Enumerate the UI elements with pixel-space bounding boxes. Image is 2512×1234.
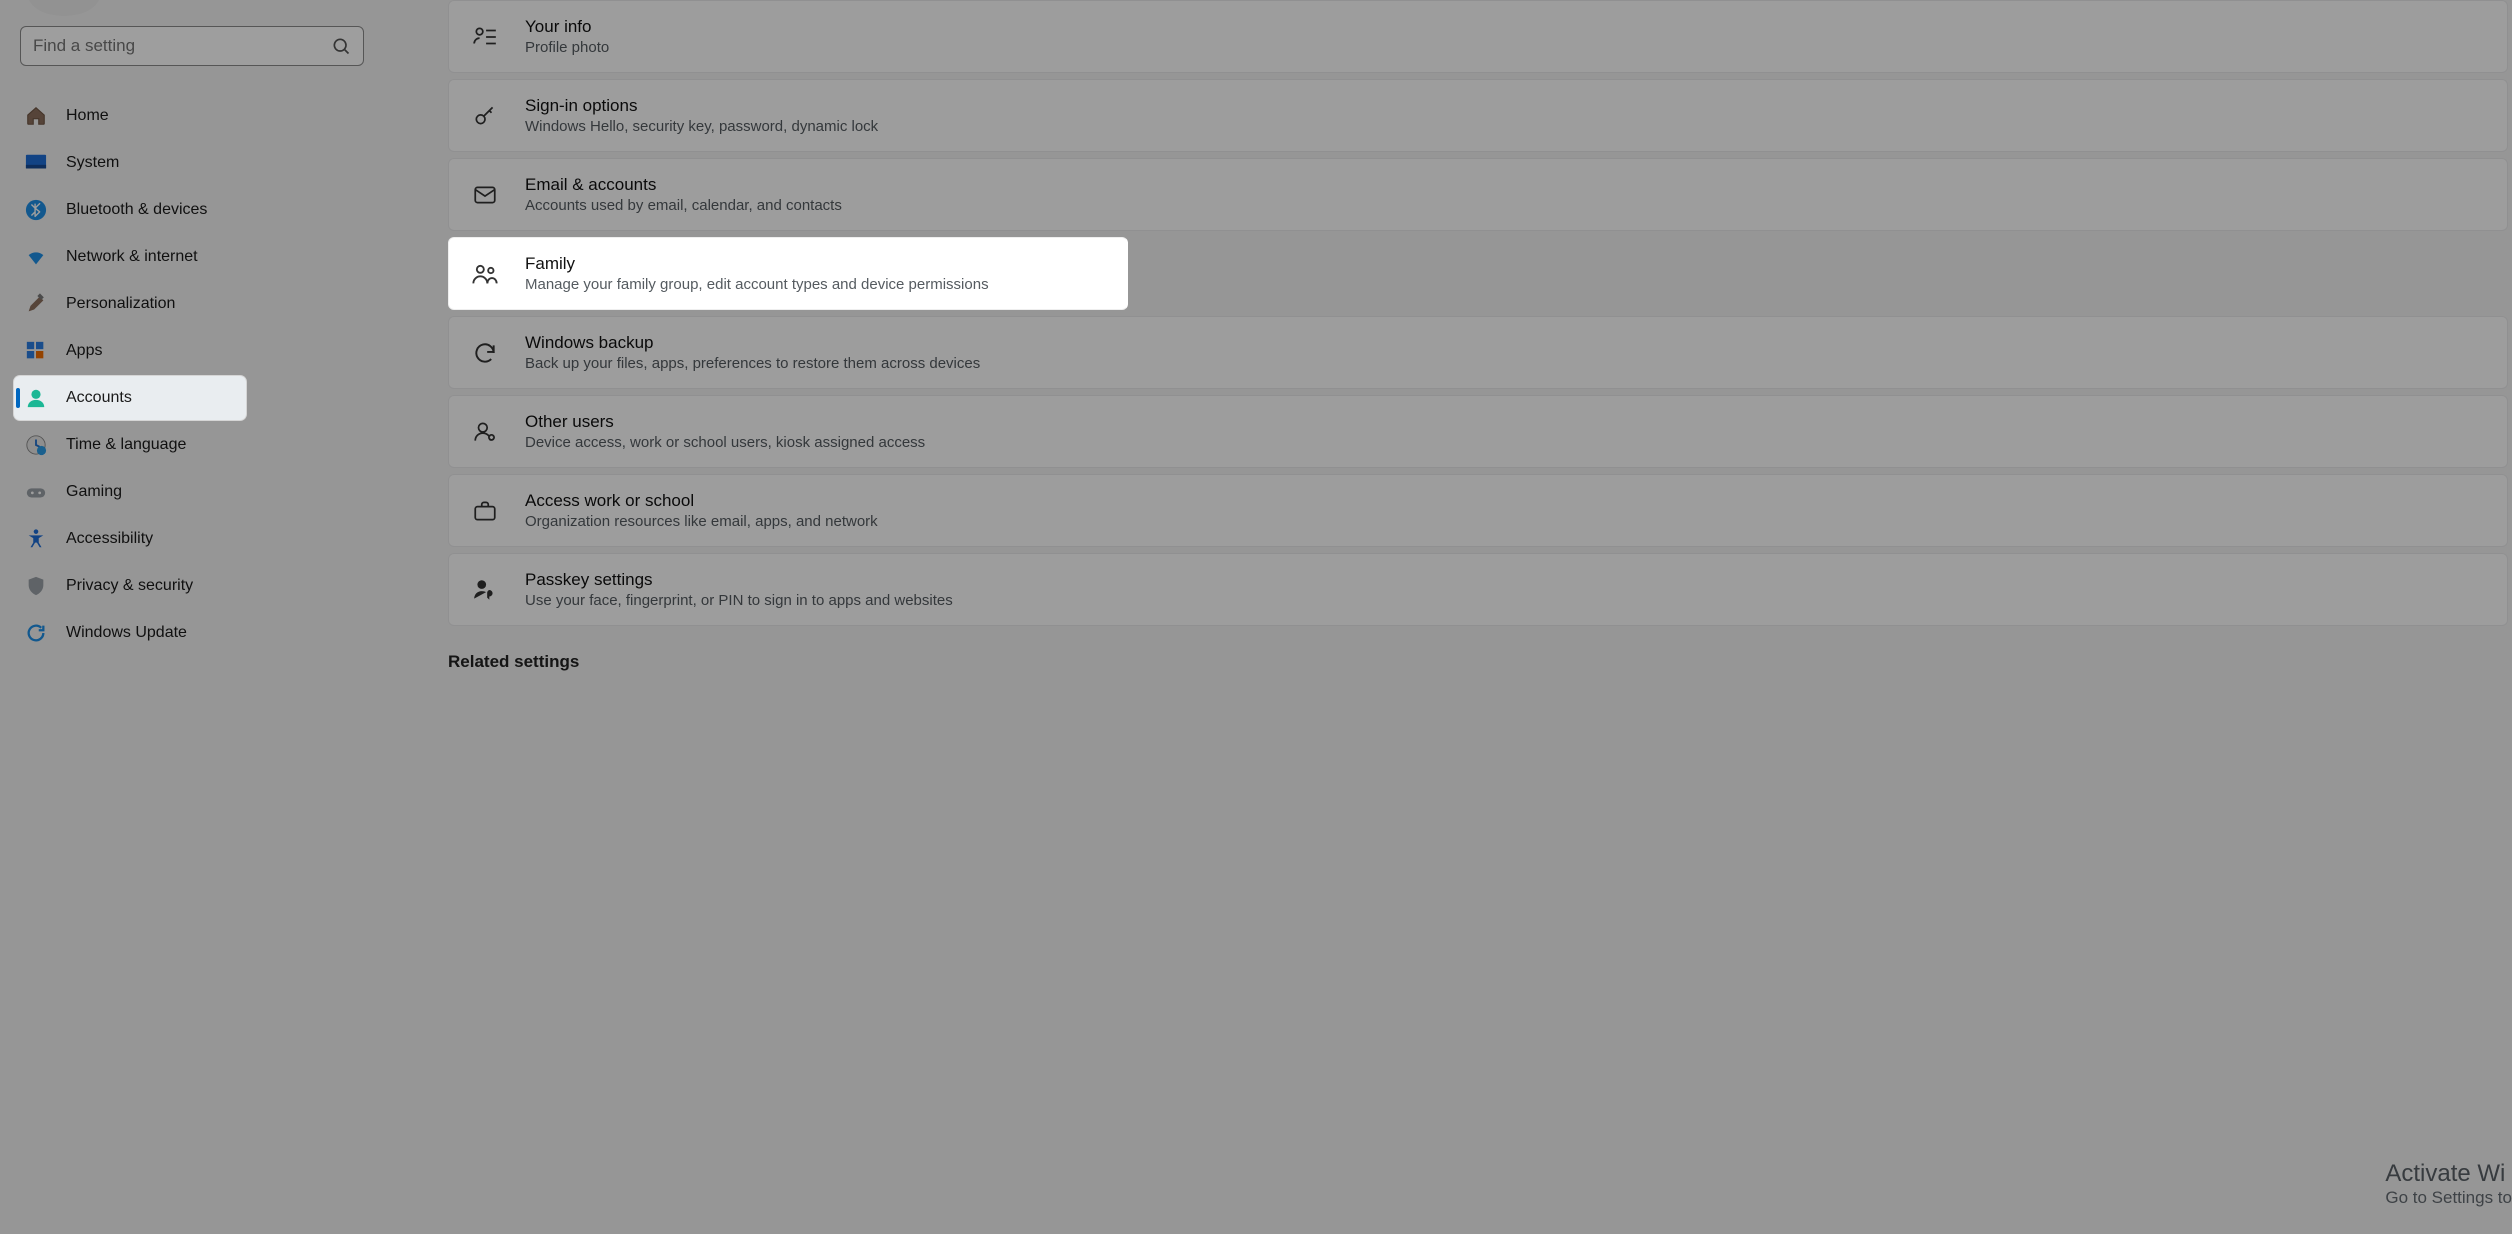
- sidebar-item-accounts[interactable]: Accounts: [14, 376, 246, 420]
- card-title: Sign-in options: [525, 96, 878, 116]
- sidebar-item-apps[interactable]: Apps: [14, 329, 370, 373]
- card-title: Your info: [525, 17, 609, 37]
- sidebar-item-label: Network & internet: [66, 248, 198, 266]
- watermark-line-1: Activate Wi: [2385, 1160, 2512, 1188]
- sidebar-item-accessibility[interactable]: Accessibility: [14, 517, 370, 561]
- briefcase-icon: [471, 497, 499, 525]
- sidebar-item-system[interactable]: System: [14, 141, 370, 185]
- sidebar-item-bluetooth[interactable]: Bluetooth & devices: [14, 188, 370, 232]
- card-subtitle: Profile photo: [525, 39, 609, 56]
- shield-icon: [24, 574, 48, 598]
- card-subtitle: Device access, work or school users, kio…: [525, 434, 925, 451]
- family-icon: [471, 260, 499, 288]
- sidebar-item-privacy[interactable]: Privacy & security: [14, 564, 370, 608]
- wifi-icon: [24, 245, 48, 269]
- avatar: [28, 0, 100, 16]
- activation-watermark: Activate Wi Go to Settings to: [2385, 1160, 2512, 1208]
- card-passkey-settings[interactable]: Passkey settings Use your face, fingerpr…: [448, 553, 2508, 626]
- sidebar-item-label: Time & language: [66, 436, 186, 454]
- sidebar-item-label: Apps: [66, 342, 102, 360]
- user-icon: [24, 386, 48, 410]
- card-other-users[interactable]: Other users Device access, work or schoo…: [448, 395, 2508, 468]
- card-title: Family: [525, 254, 989, 274]
- passkey-icon: [471, 576, 499, 604]
- search-icon: [331, 36, 351, 56]
- your-info-icon: [471, 23, 499, 51]
- card-title: Windows backup: [525, 333, 980, 353]
- sidebar-item-label: Accessibility: [66, 530, 153, 548]
- card-title: Other users: [525, 412, 925, 432]
- gaming-icon: [24, 480, 48, 504]
- sidebar-item-label: Privacy & security: [66, 577, 193, 595]
- card-subtitle: Windows Hello, security key, password, d…: [525, 118, 878, 135]
- sidebar-item-label: Bluetooth & devices: [66, 201, 207, 219]
- card-subtitle: Accounts used by email, calendar, and co…: [525, 197, 842, 214]
- system-icon: [24, 151, 48, 175]
- apps-icon: [24, 339, 48, 363]
- key-icon: [471, 102, 499, 130]
- card-title: Passkey settings: [525, 570, 953, 590]
- card-subtitle: Back up your files, apps, preferences to…: [525, 355, 980, 372]
- sidebar-item-label: Gaming: [66, 483, 122, 501]
- card-subtitle: Manage your family group, edit account t…: [525, 276, 989, 293]
- sidebar-item-label: Windows Update: [66, 624, 187, 642]
- paintbrush-icon: [24, 292, 48, 316]
- accessibility-icon: [24, 527, 48, 551]
- sidebar-item-home[interactable]: Home: [14, 94, 370, 138]
- sidebar-item-label: System: [66, 154, 119, 172]
- card-windows-backup[interactable]: Windows backup Back up your files, apps,…: [448, 316, 2508, 389]
- clock-globe-icon: [24, 433, 48, 457]
- sidebar-item-windows-update[interactable]: Windows Update: [14, 611, 370, 655]
- sidebar-item-label: Home: [66, 107, 109, 125]
- home-icon: [24, 104, 48, 128]
- card-subtitle: Use your face, fingerprint, or PIN to si…: [525, 592, 953, 609]
- backup-icon: [471, 339, 499, 367]
- related-settings-heading: Related settings: [448, 652, 2508, 672]
- sidebar-item-personalization[interactable]: Personalization: [14, 282, 370, 326]
- card-sign-in-options[interactable]: Sign-in options Windows Hello, security …: [448, 79, 2508, 152]
- card-title: Access work or school: [525, 491, 878, 511]
- bluetooth-icon: [24, 198, 48, 222]
- sidebar-item-label: Personalization: [66, 295, 175, 313]
- mail-icon: [471, 181, 499, 209]
- sidebar-item-network[interactable]: Network & internet: [14, 235, 370, 279]
- sidebar-item-time[interactable]: Time & language: [14, 423, 370, 467]
- search-input[interactable]: [33, 36, 331, 56]
- card-subtitle: Organization resources like email, apps,…: [525, 513, 878, 530]
- sidebar-item-gaming[interactable]: Gaming: [14, 470, 370, 514]
- card-family[interactable]: Family Manage your family group, edit ac…: [448, 237, 1128, 310]
- update-icon: [24, 621, 48, 645]
- sidebar-item-label: Accounts: [66, 389, 132, 407]
- search-box[interactable]: [20, 26, 364, 66]
- watermark-line-2: Go to Settings to: [2385, 1188, 2512, 1208]
- card-email-accounts[interactable]: Email & accounts Accounts used by email,…: [448, 158, 2508, 231]
- other-users-icon: [471, 418, 499, 446]
- card-access-work-school[interactable]: Access work or school Organization resou…: [448, 474, 2508, 547]
- card-your-info[interactable]: Your info Profile photo: [448, 0, 2508, 73]
- card-title: Email & accounts: [525, 175, 842, 195]
